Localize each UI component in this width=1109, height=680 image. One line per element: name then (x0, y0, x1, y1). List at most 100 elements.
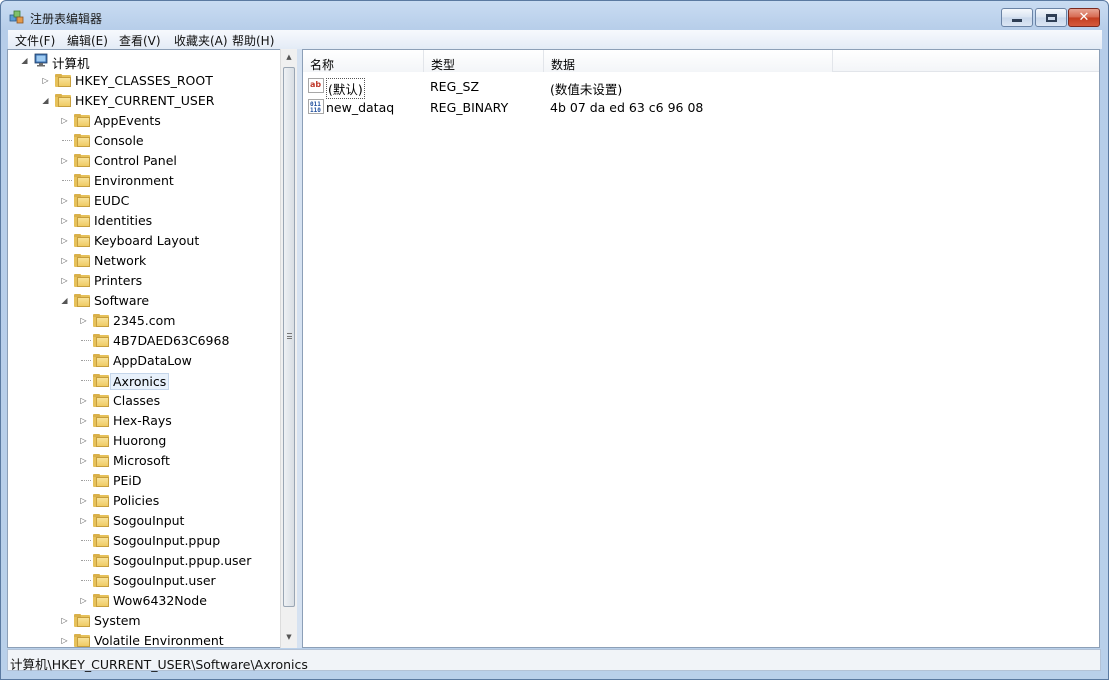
tree-item[interactable]: ▷ Control Panel (8, 150, 283, 170)
maximize-button[interactable] (1035, 8, 1067, 27)
tree-item[interactable]: ◢ HKEY_CURRENT_USER (8, 90, 283, 110)
tree-item[interactable]: SogouInput.ppup (8, 530, 283, 550)
tree-item[interactable]: Environment (8, 170, 283, 190)
expand-icon[interactable]: ▷ (79, 436, 88, 445)
close-button[interactable]: ✕ (1068, 8, 1100, 27)
tree-connector (81, 540, 91, 541)
folder-icon (93, 394, 109, 407)
value-type: REG_BINARY (430, 100, 509, 115)
column-header-data[interactable]: 数据 (544, 50, 833, 72)
tree-item[interactable]: ▷ Classes (8, 390, 283, 410)
expand-icon[interactable]: ▷ (60, 216, 69, 225)
tree-item[interactable]: ▷ Huorong (8, 430, 283, 450)
value-row[interactable]: 011 110 new_dataq REG_BINARY 4b 07 da ed… (303, 96, 1099, 117)
expand-icon[interactable]: ▷ (79, 316, 88, 325)
status-path: 计算机\HKEY_CURRENT_USER\Software\Axronics (10, 657, 308, 672)
menu-file[interactable]: 文件(F) (15, 32, 55, 49)
tree-item-label: AppEvents (94, 113, 161, 128)
menu-edit[interactable]: 编辑(E) (67, 32, 108, 49)
tree-item-label: AppDataLow (113, 353, 192, 368)
scroll-thumb[interactable] (283, 67, 295, 607)
expand-icon[interactable]: ▷ (60, 156, 69, 165)
folder-icon (93, 374, 109, 387)
tree-item[interactable]: SogouInput.ppup.user (8, 550, 283, 570)
tree-item-label: Environment (94, 173, 174, 188)
tree-item[interactable]: AppDataLow (8, 350, 283, 370)
tree-scrollbar[interactable]: ▲ ▼ (280, 49, 297, 648)
expand-icon[interactable]: ▷ (79, 516, 88, 525)
collapse-icon[interactable]: ◢ (20, 56, 29, 65)
folder-icon (74, 634, 90, 647)
tree-item[interactable]: ▷ Printers (8, 270, 283, 290)
registry-tree[interactable]: ◢ 计算机 ▷ HKEY_CLASSES_ROOT ◢ HKEY_CURRENT_US… (7, 49, 297, 648)
expand-icon[interactable]: ▷ (60, 236, 69, 245)
expand-icon[interactable]: ▷ (79, 496, 88, 505)
computer-icon (34, 53, 48, 67)
expand-icon[interactable]: ▷ (79, 456, 88, 465)
tree-item-label: Volatile Environment (94, 633, 224, 648)
folder-icon (93, 594, 109, 607)
tree-item[interactable]: Axronics (8, 370, 283, 390)
folder-icon (93, 514, 109, 527)
tree-item[interactable]: ▷ Keyboard Layout (8, 230, 283, 250)
folder-icon (93, 574, 109, 587)
tree-item[interactable]: ▷ System (8, 610, 283, 630)
expand-icon[interactable]: ▷ (79, 596, 88, 605)
expand-icon[interactable]: ▷ (79, 416, 88, 425)
tree-root[interactable]: ◢ 计算机 (8, 50, 283, 71)
column-header-name[interactable]: 名称 (303, 50, 424, 72)
tree-item[interactable]: ▷ Wow6432Node (8, 590, 283, 610)
scroll-down-icon[interactable]: ▼ (281, 629, 297, 645)
menu-view[interactable]: 查看(V) (119, 32, 161, 49)
tree-item[interactable]: ▷ Microsoft (8, 450, 283, 470)
maximize-icon (1045, 13, 1057, 22)
tree-item[interactable]: ▷ Network (8, 250, 283, 270)
tree-item[interactable]: ◢ Software (8, 290, 283, 310)
column-header-type[interactable]: 类型 (424, 50, 544, 72)
tree-item[interactable]: SogouInput.user (8, 570, 283, 590)
folder-icon (74, 234, 90, 247)
value-row[interactable]: ab (默认) REG_SZ (数值未设置) (303, 75, 1099, 99)
tree-item[interactable]: ▷ 2345.com (8, 310, 283, 330)
tree-item[interactable]: ▷ SogouInput (8, 510, 283, 530)
expand-icon[interactable]: ▷ (60, 276, 69, 285)
menu-help[interactable]: 帮助(H) (232, 32, 274, 49)
tree-item[interactable]: 4B7DAED63C6968 (8, 330, 283, 350)
expand-icon[interactable]: ▷ (79, 396, 88, 405)
folder-icon (74, 214, 90, 227)
expand-icon[interactable]: ▷ (60, 116, 69, 125)
tree-item[interactable]: ▷ EUDC (8, 190, 283, 210)
folder-icon (93, 434, 109, 447)
title-bar[interactable]: 注册表编辑器 ✕ (1, 1, 1108, 31)
tree-item[interactable]: ▷ Volatile Environment (8, 630, 283, 648)
tree-item[interactable]: ▷ HKEY_CLASSES_ROOT (8, 70, 283, 90)
minimize-button[interactable] (1001, 8, 1033, 27)
tree-item-label: PEiD (113, 473, 142, 488)
collapse-icon[interactable]: ◢ (60, 296, 69, 305)
folder-icon (93, 354, 109, 367)
folder-icon (93, 494, 109, 507)
tree-item-label: SogouInput.ppup (113, 533, 221, 548)
tree-item-label: Control Panel (94, 153, 177, 168)
folder-icon (93, 534, 109, 547)
tree-item[interactable]: ▷ Hex-Rays (8, 410, 283, 430)
tree-item-label: System (94, 613, 141, 628)
tree-item[interactable]: ▷ Identities (8, 210, 283, 230)
tree-item[interactable]: ▷ AppEvents (8, 110, 283, 130)
menu-favorites[interactable]: 收藏夹(A) (174, 32, 228, 49)
folder-icon (74, 274, 90, 287)
tree-item[interactable]: Console (8, 130, 283, 150)
expand-icon[interactable]: ▷ (60, 256, 69, 265)
tree-item-label: Printers (94, 273, 143, 288)
expand-icon[interactable]: ▷ (60, 616, 69, 625)
collapse-icon[interactable]: ◢ (41, 96, 50, 105)
binary-value-icon: 011 110 (308, 99, 324, 114)
tree-item[interactable]: ▷ Policies (8, 490, 283, 510)
expand-icon[interactable]: ▷ (60, 196, 69, 205)
scroll-up-icon[interactable]: ▲ (281, 49, 297, 65)
tree-item[interactable]: PEiD (8, 470, 283, 490)
expand-icon[interactable]: ▷ (60, 636, 69, 645)
folder-icon (74, 194, 90, 207)
values-list[interactable]: 名称 类型 数据 ab (默认) REG_SZ (数值未设置) 011 110 … (302, 49, 1100, 648)
expand-icon[interactable]: ▷ (41, 76, 50, 85)
